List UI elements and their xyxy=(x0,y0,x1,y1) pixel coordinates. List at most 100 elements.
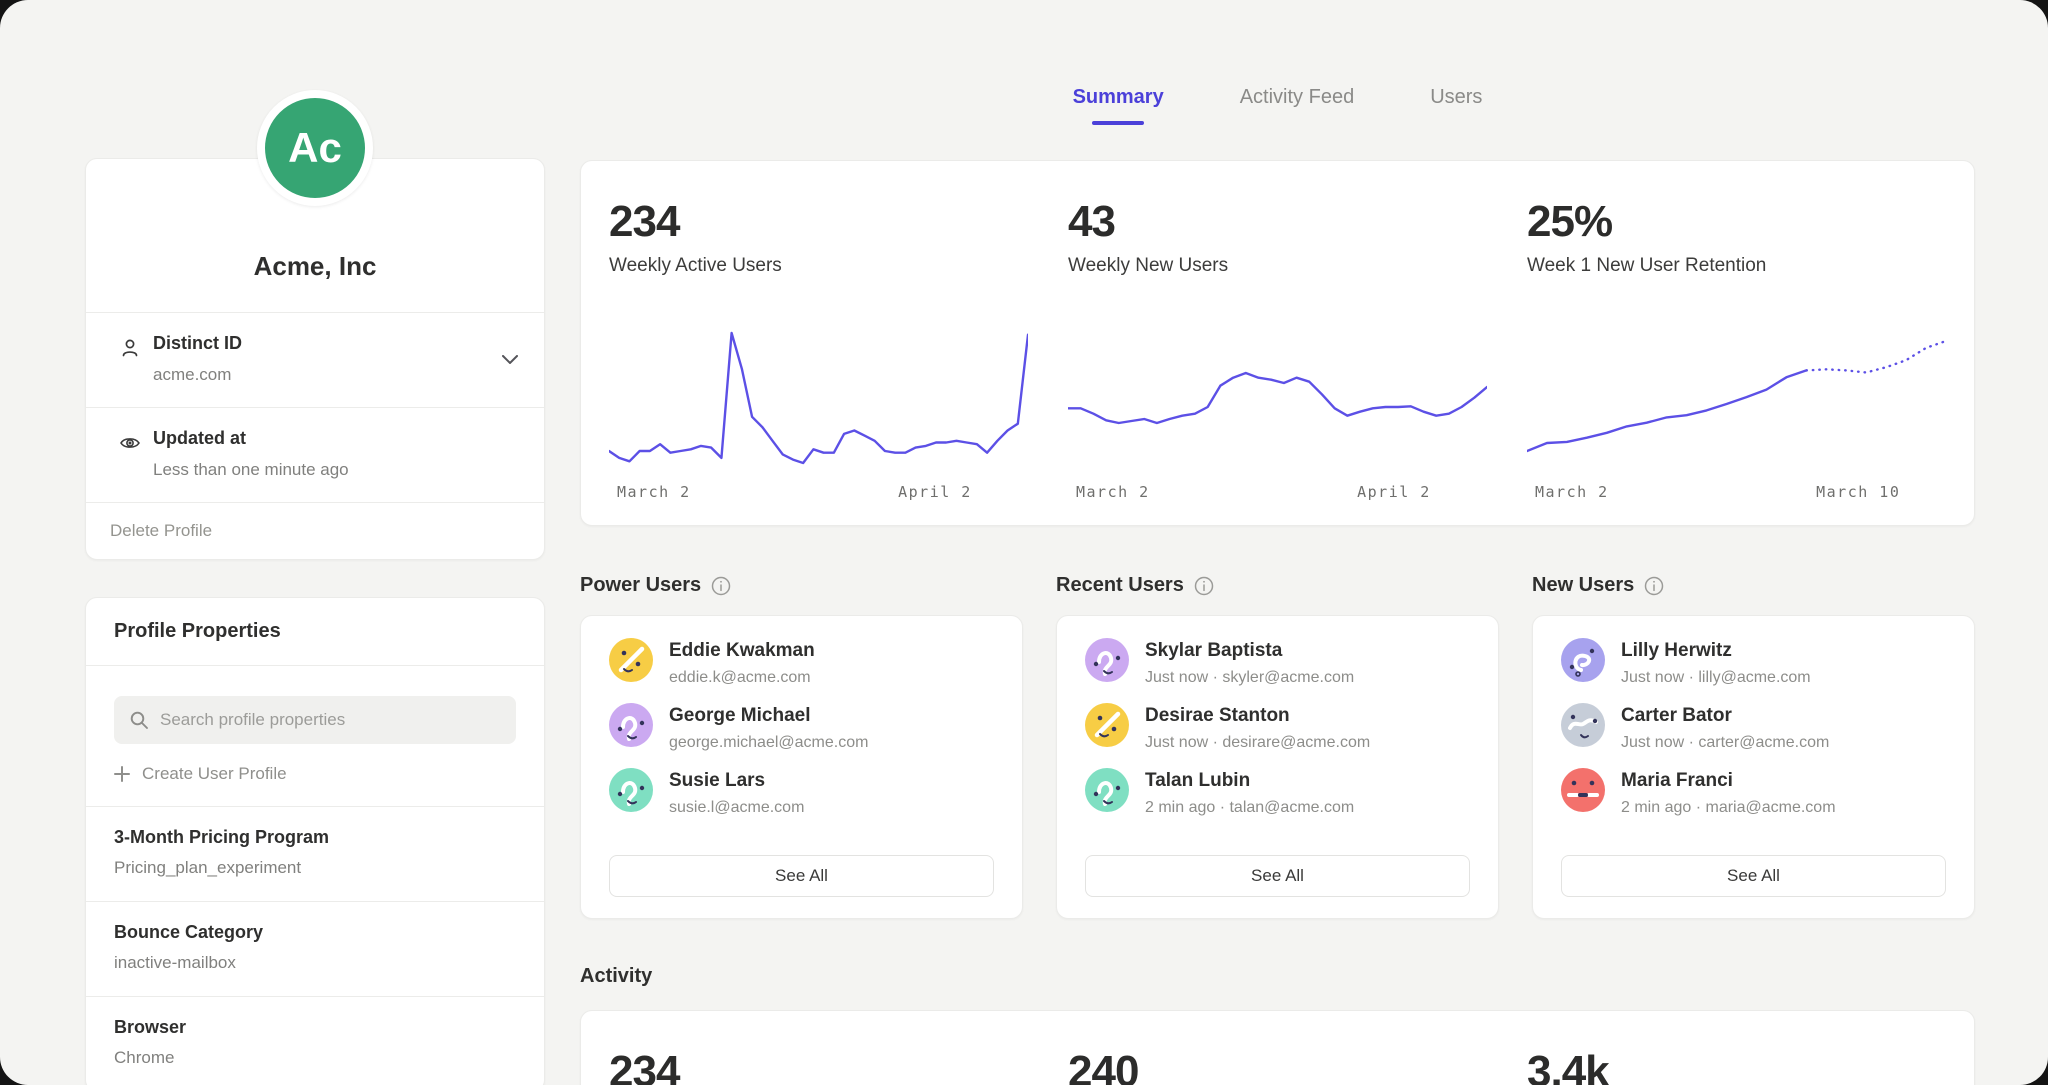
stat-value: 43 xyxy=(1068,197,1487,247)
user-avatar xyxy=(1085,768,1129,812)
info-icon[interactable] xyxy=(1644,576,1664,596)
section-title: Recent Users xyxy=(1056,574,1499,597)
list-item[interactable]: Lilly Herwitz Just now · lilly@acme.com xyxy=(1561,638,1946,688)
list-item[interactable]: Eddie Kwakman eddie.k@acme.com xyxy=(609,638,994,688)
property-value: Chrome xyxy=(114,1048,516,1068)
new-users-card: Lilly Herwitz Just now · lilly@acme.com … xyxy=(1532,615,1975,919)
power-users-card: Eddie Kwakman eddie.k@acme.com George Mi… xyxy=(580,615,1023,919)
list-item[interactable]: George Michael george.michael@acme.com xyxy=(609,703,994,753)
x-axis-tick: April 2 xyxy=(898,483,972,501)
user-name: George Michael xyxy=(669,705,868,727)
search-icon xyxy=(129,710,149,730)
see-all-button[interactable]: See All xyxy=(1561,855,1946,897)
list-item[interactable]: Susie Lars susie.l@acme.com xyxy=(609,768,994,818)
wink-face-icon xyxy=(1085,703,1129,747)
person-icon xyxy=(119,337,141,359)
stat-label: Weekly New Users xyxy=(1068,255,1487,277)
list-item[interactable]: Desirae Stanton Just now · desirare@acme… xyxy=(1085,703,1470,753)
tab-bar: Summary Activity Feed Users xyxy=(580,0,1975,160)
info-icon[interactable] xyxy=(1194,576,1214,596)
user-avatar xyxy=(1561,703,1605,747)
recent-users-card: Skylar Baptista Just now · skyler@acme.c… xyxy=(1056,615,1499,919)
activity-stats-card: 234 240 3.4k xyxy=(580,1010,1975,1085)
profile-properties-card: Profile Properties Create User Profile xyxy=(85,597,545,1085)
list-item[interactable]: Talan Lubin 2 min ago · talan@acme.com xyxy=(1085,768,1470,818)
profile-card: Acme, Inc Distinct ID acme.com xyxy=(85,158,545,560)
wink-face-icon xyxy=(609,638,653,682)
delete-profile-button[interactable]: Delete Profile xyxy=(86,503,544,559)
user-meta: Just now · desirare@acme.com xyxy=(1145,734,1370,752)
stat-weekly-new-users: 43 Weekly New Users March 2 April 2 xyxy=(1068,197,1487,507)
distinct-id-row[interactable]: Distinct ID acme.com xyxy=(86,313,544,407)
profile-dashboard: Ac Acme, Inc Distinct ID acme.com xyxy=(0,0,2048,1085)
user-avatar xyxy=(1561,768,1605,812)
field-label: Updated at xyxy=(153,428,520,449)
user-name: Maria Franci xyxy=(1621,770,1836,792)
chevron-down-icon[interactable] xyxy=(502,355,518,364)
user-meta: susie.l@acme.com xyxy=(669,799,804,817)
x-axis: March 2 March 10 xyxy=(1527,483,1946,507)
user-avatar xyxy=(1085,703,1129,747)
info-icon[interactable] xyxy=(711,576,731,596)
create-user-profile-button[interactable]: Create User Profile xyxy=(86,744,544,806)
property-value: Pricing_plan_experiment xyxy=(114,858,516,878)
stat-label: Weekly Active Users xyxy=(609,255,1028,277)
activity-section-title: Activity xyxy=(580,965,1975,988)
x-axis-tick: March 2 xyxy=(1076,483,1150,501)
tab-activity-feed[interactable]: Activity Feed xyxy=(1240,86,1354,160)
updated-at-row: Updated at Less than one minute ago xyxy=(86,408,544,502)
property-row[interactable]: 3-Month Pricing Program Pricing_plan_exp… xyxy=(86,807,544,901)
property-label: 3-Month Pricing Program xyxy=(114,827,516,848)
squiggle-face-icon xyxy=(1085,638,1129,682)
user-avatar xyxy=(609,768,653,812)
see-all-button[interactable]: See All xyxy=(1085,855,1470,897)
property-label: Browser xyxy=(114,1017,516,1038)
section-title: New Users xyxy=(1532,574,1975,597)
user-name: Desirae Stanton xyxy=(1145,705,1370,727)
stat-value: 234 xyxy=(609,197,1028,247)
section-title-text: Power Users xyxy=(580,574,701,597)
tab-users[interactable]: Users xyxy=(1430,86,1482,160)
user-name: Eddie Kwakman xyxy=(669,640,815,662)
user-name: Carter Bator xyxy=(1621,705,1829,727)
power-users-section: Power Users Eddie Kwakman eddie.k@acme.c… xyxy=(580,574,1023,919)
avatar: Ac xyxy=(257,90,373,206)
list-item[interactable]: Skylar Baptista Just now · skyler@acme.c… xyxy=(1085,638,1470,688)
activity-stat-value: 3.4k xyxy=(1527,1047,1946,1085)
section-title: Power Users xyxy=(580,574,1023,597)
wave-face-icon xyxy=(1561,703,1605,747)
field-value: acme.com xyxy=(153,365,520,385)
x-axis-tick: March 2 xyxy=(617,483,691,501)
summary-stats-card: 234 Weekly Active Users March 2 April 2 … xyxy=(580,160,1975,526)
page-title: Acme, Inc xyxy=(110,251,520,282)
user-avatar xyxy=(1085,638,1129,682)
x-axis-tick: March 2 xyxy=(1535,483,1609,501)
x-axis: March 2 April 2 xyxy=(1068,483,1487,507)
x-axis-tick: April 2 xyxy=(1357,483,1431,501)
field-label: Distinct ID xyxy=(153,333,520,354)
search-input[interactable] xyxy=(114,696,516,744)
user-meta: Just now · lilly@acme.com xyxy=(1621,669,1811,687)
weekly-new-users-chart xyxy=(1068,323,1487,473)
see-all-button[interactable]: See All xyxy=(609,855,994,897)
x-axis-tick: March 10 xyxy=(1816,483,1900,501)
property-row[interactable]: Browser Chrome xyxy=(86,997,544,1085)
list-item[interactable]: Carter Bator Just now · carter@acme.com xyxy=(1561,703,1946,753)
section-title-text: New Users xyxy=(1532,574,1634,597)
user-name: Susie Lars xyxy=(669,770,804,792)
activity-stat-value: 234 xyxy=(609,1047,1028,1085)
stat-week1-retention: 25% Week 1 New User Retention March 2 Ma… xyxy=(1527,197,1946,507)
tab-summary[interactable]: Summary xyxy=(1073,86,1164,160)
stat-label: Week 1 New User Retention xyxy=(1527,255,1946,277)
property-row[interactable]: Bounce Category inactive-mailbox xyxy=(86,902,544,996)
new-users-section: New Users Lilly Herwitz Just now · lilly… xyxy=(1532,574,1975,919)
divider xyxy=(86,665,544,666)
eye-icon xyxy=(119,432,141,454)
profile-properties-title: Profile Properties xyxy=(86,598,544,665)
weekly-active-users-chart xyxy=(609,323,1028,473)
main-content: Summary Activity Feed Users 234 Weekly A… xyxy=(580,0,1975,1085)
activity-stat-value: 240 xyxy=(1068,1047,1487,1085)
list-item[interactable]: Maria Franci 2 min ago · maria@acme.com xyxy=(1561,768,1946,818)
user-avatar xyxy=(609,703,653,747)
user-name: Skylar Baptista xyxy=(1145,640,1354,662)
